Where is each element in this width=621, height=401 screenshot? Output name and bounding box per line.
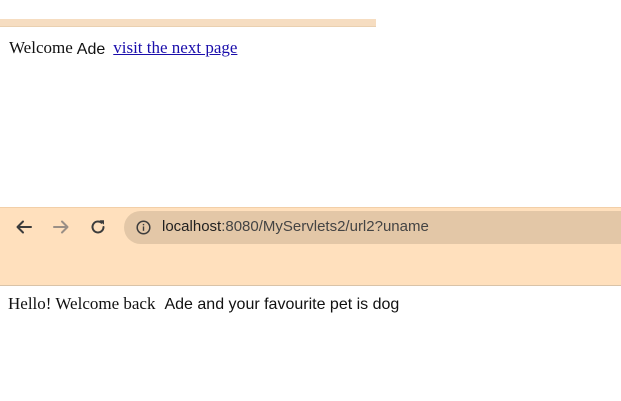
arrow-right-icon	[53, 220, 69, 234]
page-top-border	[0, 19, 376, 27]
browser-toolbar: localhost:8080/MyServlets2/url2?uname	[0, 207, 621, 286]
pet-message: Ade and your favourite pet is dog	[164, 296, 400, 313]
welcome-line: Welcome Ade visit the next page	[9, 38, 237, 58]
user-name: Ade	[76, 41, 106, 58]
forward-button[interactable]	[50, 216, 72, 238]
url-path: :8080/MyServlets2/url2?uname	[221, 218, 429, 235]
next-page-link[interactable]: visit the next page	[113, 38, 237, 57]
url-text[interactable]: localhost:8080/MyServlets2/url2?uname	[162, 218, 429, 235]
arrow-left-icon	[16, 220, 32, 234]
address-bar[interactable]: localhost:8080/MyServlets2/url2?uname	[124, 211, 621, 244]
greeting-text: Hello! Welcome back	[8, 294, 156, 313]
reload-button[interactable]	[87, 216, 109, 238]
welcome-label: Welcome	[9, 38, 73, 57]
welcome-back-line: Hello! Welcome back Ade and your favourit…	[8, 294, 399, 314]
info-icon[interactable]	[136, 220, 151, 235]
url-host: localhost	[162, 218, 222, 235]
reload-icon	[91, 220, 105, 234]
back-button[interactable]	[13, 216, 35, 238]
